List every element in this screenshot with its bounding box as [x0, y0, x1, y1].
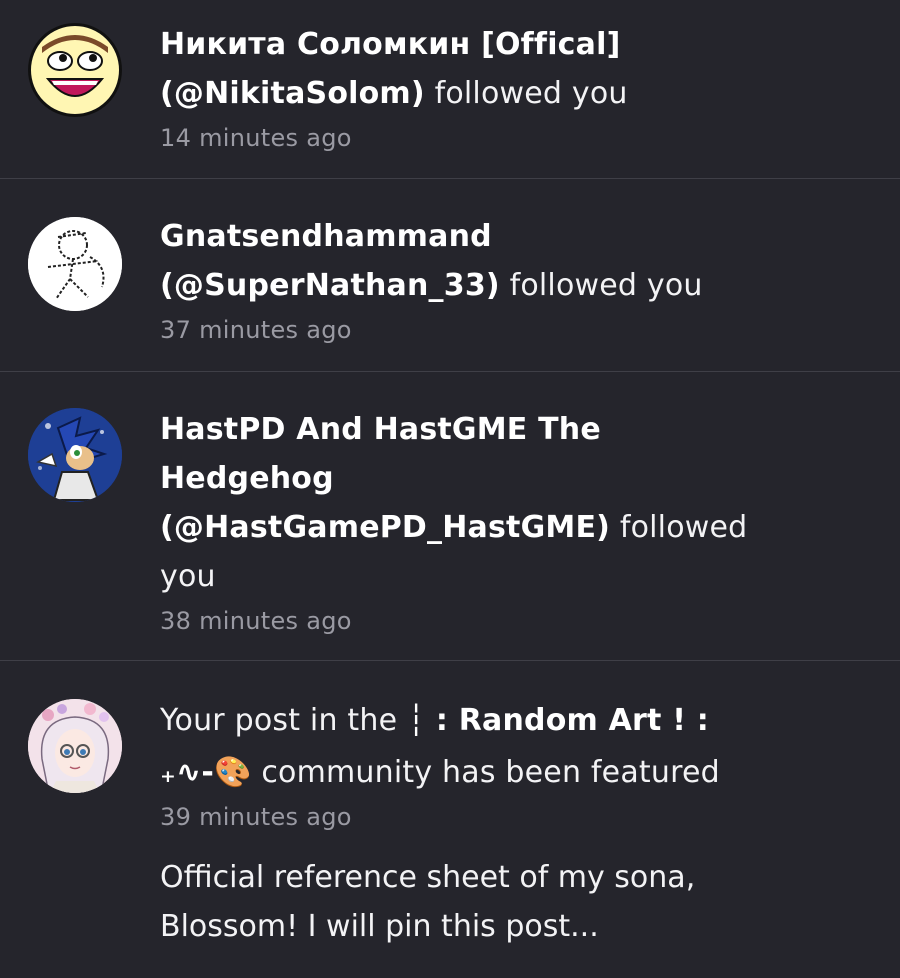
featured-prefix: Your post in the — [160, 703, 398, 738]
timestamp: 39 minutes ago — [160, 803, 352, 831]
timestamp: 38 minutes ago — [160, 607, 352, 635]
user-display-name[interactable]: HastPD And HastGME The Hedgehog — [160, 405, 660, 503]
featured-message: community has been featured — [261, 755, 720, 790]
notification-list: Никита Соломкин [Offical] (@NikitaSolom)… — [0, 0, 900, 978]
notification-content: Никита Соломкин [Offical] (@NikitaSolom)… — [160, 20, 860, 158]
notification-content: Gnatsendhammand (@SuperNathan_33) follow… — [160, 212, 860, 350]
sketch-drawing-avatar-icon — [28, 217, 122, 311]
avatar[interactable] — [28, 699, 122, 793]
user-handle[interactable]: (@SuperNathan_33) — [160, 268, 500, 303]
notification-action: followed you — [434, 76, 628, 111]
hedgehog-avatar-icon — [28, 408, 122, 502]
user-display-name[interactable]: Gnatsendhammand — [160, 219, 492, 254]
community-name-suffix[interactable]: ₊∿-🎨 — [160, 755, 252, 790]
notification-item[interactable]: Gnatsendhammand (@SuperNathan_33) follow… — [0, 179, 900, 372]
anime-girl-avatar-icon — [28, 699, 122, 793]
user-display-name[interactable]: Никита Соломкин [Offical] — [160, 27, 621, 62]
user-handle[interactable]: (@HastGamePD_HastGME) — [160, 510, 610, 545]
timestamp: 14 minutes ago — [160, 124, 352, 152]
featured-notification-item[interactable]: Your post in the ┆ : Random Art ! : ₊∿-🎨… — [0, 661, 900, 978]
timestamp: 37 minutes ago — [160, 316, 352, 344]
notification-action: followed you — [509, 268, 703, 303]
notification-item[interactable]: HastPD And HastGME The Hedgehog (@HastGa… — [0, 372, 900, 661]
avatar[interactable] — [28, 217, 122, 311]
awesome-face-avatar-icon — [29, 24, 121, 116]
notification-content: HastPD And HastGME The Hedgehog (@HastGa… — [160, 405, 860, 641]
post-excerpt[interactable]: Official reference sheet of my sona, Blo… — [160, 853, 760, 951]
user-handle[interactable]: (@NikitaSolom) — [160, 76, 425, 111]
avatar[interactable] — [28, 408, 122, 502]
community-name[interactable]: ┆ : Random Art ! : — [407, 703, 709, 738]
notification-content: Your post in the ┆ : Random Art ! : ₊∿-🎨… — [160, 694, 860, 951]
avatar[interactable] — [28, 23, 122, 117]
notification-item[interactable]: Никита Соломкин [Offical] (@NikitaSolom)… — [0, 0, 900, 179]
